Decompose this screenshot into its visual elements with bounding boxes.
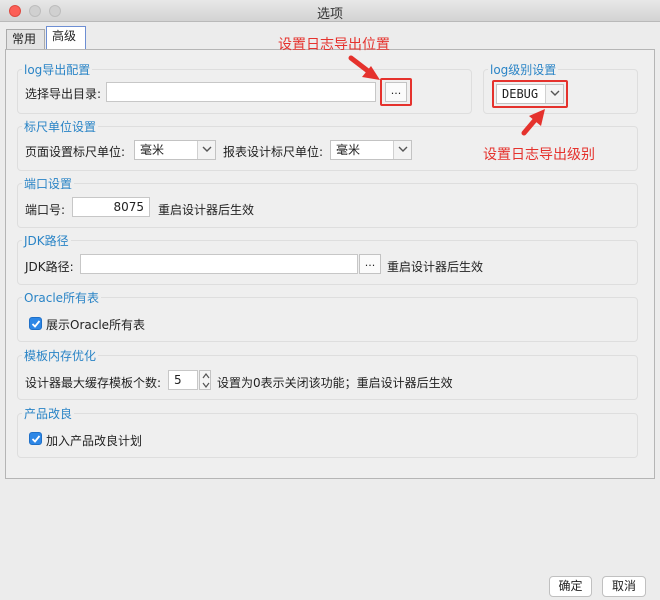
annotation-arrows bbox=[348, 55, 545, 136]
ok-button[interactable]: 确定 bbox=[549, 576, 592, 597]
arrow-to-level-icon bbox=[521, 109, 545, 136]
cancel-button[interactable]: 取消 bbox=[602, 576, 646, 597]
annotation-export-level: 设置日志导出级别 bbox=[483, 147, 595, 163]
annotation-export-location: 设置日志导出位置 bbox=[278, 37, 390, 53]
arrow-to-browse-icon bbox=[348, 55, 380, 80]
